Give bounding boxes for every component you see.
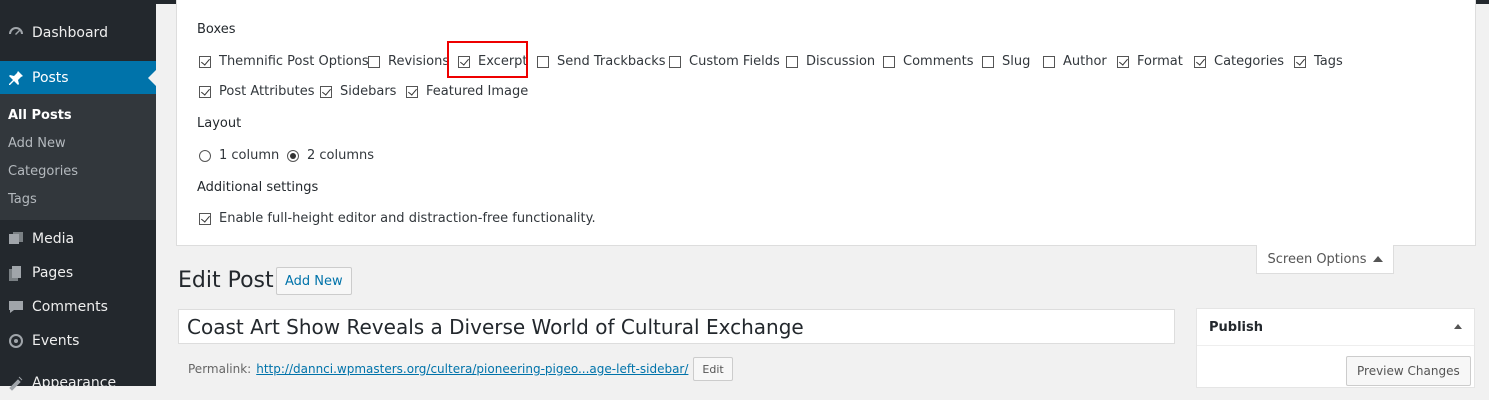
box-option-label: Custom Fields	[689, 54, 780, 69]
box-option-post-attributes[interactable]: Post Attributes	[199, 84, 315, 99]
checkbox-checked[interactable]	[199, 55, 211, 68]
active-arrow	[148, 70, 156, 86]
checkbox-checked[interactable]	[320, 85, 332, 98]
layout-option-label: 1 column	[219, 148, 280, 163]
box-option-discussion[interactable]: Discussion	[786, 54, 875, 69]
events-icon	[6, 331, 26, 351]
pages-icon	[6, 263, 26, 283]
sidebar-item-events[interactable]: Events	[0, 324, 156, 358]
posts-submenu: All Posts Add New Categories Tags	[0, 94, 156, 220]
box-option-revisions[interactable]: Revisions	[368, 54, 449, 69]
layout-option-2-columns[interactable]: 2 columns	[287, 148, 374, 163]
box-option-label: Post Attributes	[219, 84, 315, 99]
sidebar-item-label: Dashboard	[32, 25, 108, 41]
box-option-comments[interactable]: Comments	[883, 54, 973, 69]
checkbox-checked[interactable]	[1194, 55, 1206, 68]
box-option-label: Sidebars	[340, 84, 397, 99]
sidebar-item-label: Events	[32, 333, 80, 349]
checkbox-checked[interactable]	[1294, 55, 1306, 68]
comments-icon	[6, 297, 26, 317]
admin-sidebar: Dashboard Posts All Posts Add New Catego…	[0, 0, 156, 391]
permalink-row: Permalink: http://dannci.wpmasters.org/c…	[188, 357, 733, 381]
checkbox-unchecked[interactable]	[669, 55, 681, 68]
box-option-themnific-post-options[interactable]: Themnific Post Options	[199, 54, 369, 69]
screen-options-tab-label: Screen Options	[1267, 251, 1367, 267]
sidebar-item-media[interactable]: Media	[0, 222, 156, 256]
sidebar-item-comments[interactable]: Comments	[0, 290, 156, 324]
layout-option-label: 2 columns	[307, 148, 375, 163]
caret-up-icon	[1372, 256, 1383, 262]
sidebar-item-label: Appearance	[32, 375, 117, 391]
screen-options-panel: Boxes Themnific Post Options Revisions E…	[176, 0, 1476, 246]
permalink-link[interactable]: http://dannci.wpmasters.org/cultera/pion…	[256, 362, 688, 376]
publish-box-title: Publish	[1209, 320, 1263, 335]
radio-checked[interactable]	[287, 149, 299, 162]
sidebar-item-posts[interactable]: Posts	[0, 61, 156, 95]
radio-unchecked[interactable]	[199, 149, 211, 162]
box-option-label: Author	[1063, 54, 1107, 69]
screen-options-tab[interactable]: Screen Options	[1256, 245, 1394, 274]
box-option-label: Themnific Post Options	[219, 54, 369, 69]
submenu-add-new[interactable]: Add New	[8, 136, 66, 151]
box-option-tags[interactable]: Tags	[1294, 54, 1343, 69]
pin-icon	[6, 68, 26, 88]
box-option-label: Format	[1137, 54, 1183, 69]
sidebar-item-label: Posts	[32, 70, 69, 86]
sidebar-item-dashboard[interactable]: Dashboard	[0, 16, 156, 50]
additional-settings-heading: Additional settings	[197, 180, 319, 195]
checkbox-unchecked[interactable]	[982, 55, 994, 68]
box-option-author[interactable]: Author	[1043, 54, 1107, 69]
checkbox-checked[interactable]	[199, 212, 211, 225]
checkbox-unchecked[interactable]	[883, 55, 895, 68]
checkbox-unchecked[interactable]	[368, 55, 380, 68]
box-option-featured-image[interactable]: Featured Image	[406, 84, 528, 99]
permalink-label: Permalink:	[188, 362, 252, 376]
box-option-label: Send Trackbacks	[557, 54, 666, 69]
box-option-label: Categories	[1214, 54, 1285, 69]
layout-option-1-column[interactable]: 1 column	[199, 148, 279, 163]
submenu-categories[interactable]: Categories	[8, 164, 78, 179]
submenu-tags[interactable]: Tags	[8, 192, 37, 207]
media-icon	[6, 229, 26, 249]
box-option-label: Featured Image	[426, 84, 529, 99]
box-option-format[interactable]: Format	[1117, 54, 1183, 69]
excerpt-highlight-box	[447, 41, 528, 78]
box-option-label: Slug	[1002, 54, 1031, 69]
checkbox-unchecked[interactable]	[786, 55, 798, 68]
edit-permalink-button[interactable]: Edit	[693, 357, 733, 381]
checkbox-checked[interactable]	[199, 85, 211, 98]
box-option-send-trackbacks[interactable]: Send Trackbacks	[537, 54, 666, 69]
publish-box: Publish Preview Changes	[1196, 308, 1475, 388]
layout-heading: Layout	[197, 116, 242, 131]
box-option-custom-fields[interactable]: Custom Fields	[669, 54, 780, 69]
box-option-slug[interactable]: Slug	[982, 54, 1030, 69]
preview-changes-button[interactable]: Preview Changes	[1346, 356, 1471, 386]
box-option-label: Discussion	[806, 54, 876, 69]
sidebar-item-pages[interactable]: Pages	[0, 256, 156, 290]
additional-option-label: Enable full-height editor and distractio…	[219, 211, 596, 226]
publish-box-header[interactable]: Publish	[1197, 309, 1474, 346]
sidebar-item-label: Media	[32, 231, 75, 247]
sidebar-item-appearance[interactable]: Appearance	[0, 366, 156, 400]
submenu-all-posts[interactable]: All Posts	[8, 108, 72, 123]
box-option-label: Comments	[903, 54, 974, 69]
checkbox-checked[interactable]	[406, 85, 418, 98]
checkbox-checked[interactable]	[1117, 55, 1129, 68]
sidebar-item-label: Pages	[32, 265, 74, 281]
box-option-categories[interactable]: Categories	[1194, 54, 1284, 69]
box-option-label: Revisions	[388, 54, 450, 69]
box-option-label: Tags	[1314, 54, 1343, 69]
boxes-heading: Boxes	[197, 22, 236, 37]
appearance-icon	[6, 373, 26, 393]
dashboard-icon	[6, 23, 26, 43]
page-title: Edit Post	[178, 268, 274, 293]
post-title-input[interactable]: Coast Art Show Reveals a Diverse World o…	[178, 309, 1175, 344]
collapse-toggle-icon[interactable]	[1454, 324, 1462, 329]
additional-option-full-height-editor[interactable]: Enable full-height editor and distractio…	[199, 211, 596, 226]
checkbox-unchecked[interactable]	[1043, 55, 1055, 68]
box-option-sidebars[interactable]: Sidebars	[320, 84, 396, 99]
checkbox-unchecked[interactable]	[537, 55, 549, 68]
sidebar-item-label: Comments	[32, 299, 108, 315]
add-new-button[interactable]: Add New	[276, 267, 352, 295]
